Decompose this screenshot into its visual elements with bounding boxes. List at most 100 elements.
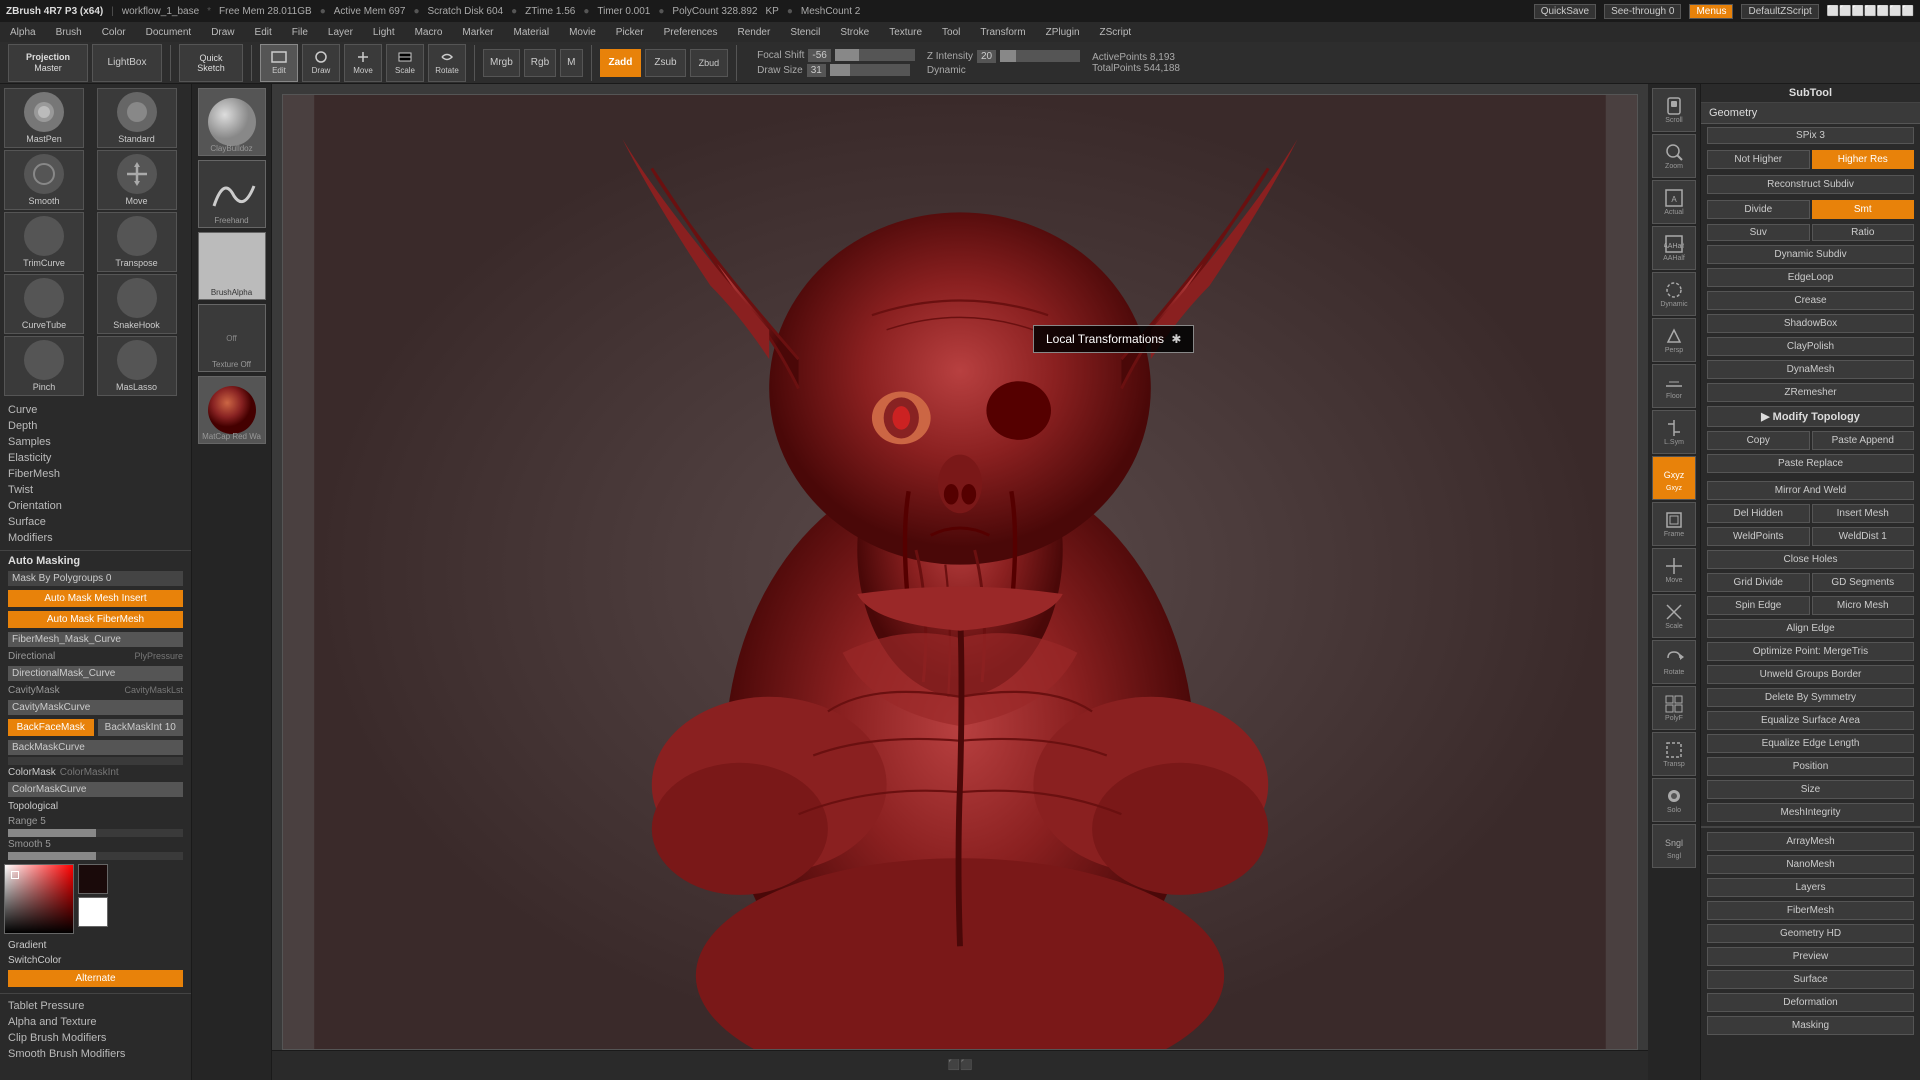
actual-btn[interactable]: A Actual [1652, 180, 1696, 224]
default-zscript-button[interactable]: DefaultZScript [1741, 4, 1818, 19]
projection-master-button[interactable]: Projection Master [8, 44, 88, 82]
gxyz-btn[interactable]: Gxyz Gxyz [1652, 456, 1696, 500]
shadowbox-btn[interactable]: ShadowBox [1707, 314, 1914, 333]
claypolish-btn[interactable]: ClayPolish [1707, 337, 1914, 356]
brush-smooth[interactable]: Smooth [4, 150, 84, 210]
preview-btn[interactable]: Preview [1707, 947, 1914, 966]
masking-btn[interactable]: Masking [1707, 1016, 1914, 1035]
thumb-freehand[interactable]: Freehand [198, 160, 266, 228]
vert-move-btn[interactable]: Move [1652, 548, 1696, 592]
geometry-section-header[interactable]: Geometry [1701, 103, 1920, 124]
copy-btn[interactable]: Copy [1707, 431, 1810, 450]
canvas-viewport[interactable]: Local Transformations ✱ [282, 94, 1638, 1050]
zadd-button[interactable]: Zadd [600, 49, 642, 77]
equalize-edge-btn[interactable]: Equalize Edge Length [1707, 734, 1914, 753]
menu-texture[interactable]: Texture [885, 25, 926, 40]
swatch-white[interactable] [78, 897, 108, 927]
brush-pinch[interactable]: Pinch [4, 336, 84, 396]
smt-btn[interactable]: Smt [1812, 200, 1915, 219]
deformation-btn[interactable]: Deformation [1707, 993, 1914, 1012]
floor-btn[interactable]: Floor [1652, 364, 1696, 408]
menu-transform[interactable]: Transform [976, 25, 1029, 40]
welddist-btn[interactable]: WeldDist 1 [1812, 527, 1915, 546]
del-hidden-btn[interactable]: Del Hidden [1707, 504, 1810, 523]
draw-button[interactable]: Draw [302, 44, 340, 82]
menu-brush[interactable]: Brush [52, 25, 86, 40]
insert-mesh-btn[interactable]: Insert Mesh [1812, 504, 1915, 523]
transp-btn[interactable]: Transp [1652, 732, 1696, 776]
clip-brush-section[interactable]: Clip Brush Modifiers [0, 1030, 191, 1046]
menu-preferences[interactable]: Preferences [660, 25, 722, 40]
paste-replace-btn[interactable]: Paste Replace [1707, 454, 1914, 473]
menus-button[interactable]: Menus [1689, 4, 1733, 19]
section-modifiers[interactable]: Modifiers [0, 530, 191, 546]
thumb-claybulldoz[interactable]: ClayBulldoz [198, 88, 266, 156]
align-edge-btn[interactable]: Align Edge [1707, 619, 1914, 638]
sngl-btn[interactable]: Sngl Sngl [1652, 824, 1696, 868]
vert-scale-btn[interactable]: Scale [1652, 594, 1696, 638]
scroll-btn[interactable]: Scroll [1652, 88, 1696, 132]
edit-button[interactable]: Edit [260, 44, 298, 82]
swatch-black[interactable] [78, 864, 108, 894]
paste-append-btn[interactable]: Paste Append [1812, 431, 1915, 450]
thumb-matcap[interactable]: MatCap Red Wa [198, 376, 266, 444]
scale-button[interactable]: Scale [386, 44, 424, 82]
brush-standard[interactable]: Standard [97, 88, 177, 148]
auto-masking-section[interactable]: Auto Masking [0, 553, 191, 569]
fibermesh-mask-curve[interactable]: FiberMesh_Mask_Curve [8, 632, 183, 647]
surface-btn[interactable]: Surface [1707, 970, 1914, 989]
m-button[interactable]: M [560, 49, 582, 77]
z-intensity-slider[interactable] [1000, 50, 1080, 62]
section-fibermesh[interactable]: FiberMesh [0, 466, 191, 482]
delete-symmetry-btn[interactable]: Delete By Symmetry [1707, 688, 1914, 707]
lsym-btn[interactable]: L.Sym [1652, 410, 1696, 454]
backmasklnt[interactable]: BackMaskInt 10 [98, 719, 184, 736]
section-depth[interactable]: Depth [0, 418, 191, 434]
aahalf-btn[interactable]: AAHalf AAHalf [1652, 226, 1696, 270]
menu-stroke[interactable]: Stroke [836, 25, 873, 40]
brush-move[interactable]: Move [97, 150, 177, 210]
menu-render[interactable]: Render [734, 25, 775, 40]
equalize-surface-btn[interactable]: Equalize Surface Area [1707, 711, 1914, 730]
micro-mesh-btn[interactable]: Micro Mesh [1812, 596, 1915, 615]
quick-sketch-button[interactable]: Quick Sketch [179, 44, 243, 82]
range-slider[interactable] [8, 829, 183, 837]
menu-stencil[interactable]: Stencil [786, 25, 824, 40]
brush-trimcurve[interactable]: TrimCurve [4, 212, 84, 272]
brush-snakehook[interactable]: SnakeHook [97, 274, 177, 334]
brush-maslasso[interactable]: MasLasso [97, 336, 177, 396]
vert-rotate-btn[interactable]: Rotate [1652, 640, 1696, 684]
reconstruct-subdiv-btn[interactable]: Reconstruct Subdiv [1707, 175, 1914, 194]
higher-res-btn[interactable]: Higher Res [1812, 150, 1915, 169]
backfacemask-btn[interactable]: BackFaceMask [8, 719, 94, 736]
spin-edge-btn[interactable]: Spin Edge [1707, 596, 1810, 615]
menu-document[interactable]: Document [142, 25, 196, 40]
menu-alpha[interactable]: Alpha [6, 25, 40, 40]
menu-color[interactable]: Color [98, 25, 130, 40]
menu-picker[interactable]: Picker [612, 25, 648, 40]
solo-btn[interactable]: Solo [1652, 778, 1696, 822]
fibermesh-btn[interactable]: FiberMesh [1707, 901, 1914, 920]
zbud-button[interactable]: Zbud [690, 49, 729, 77]
optimize-btn[interactable]: Optimize Point: MergeTris [1707, 642, 1914, 661]
zremesher-btn[interactable]: ZRemesher [1707, 383, 1914, 402]
menu-zplugin[interactable]: ZPlugin [1042, 25, 1084, 40]
arraymesh-btn[interactable]: ArrayMesh [1707, 832, 1914, 851]
section-samples[interactable]: Samples [0, 434, 191, 450]
auto-mask-mesh-insert-btn[interactable]: Auto Mask Mesh Insert [8, 590, 183, 607]
rgb-button[interactable]: Rgb [524, 49, 556, 77]
zoom-btn[interactable]: Zoom [1652, 134, 1696, 178]
subtool-header[interactable]: SubTool [1701, 84, 1920, 103]
close-holes-btn[interactable]: Close Holes [1707, 550, 1914, 569]
layers-btn[interactable]: Layers [1707, 878, 1914, 897]
edgeloop-btn[interactable]: EdgeLoop [1707, 268, 1914, 287]
mrgb-button[interactable]: Mrgb [483, 49, 520, 77]
menu-draw[interactable]: Draw [207, 25, 238, 40]
meshintegrity-btn[interactable]: MeshIntegrity [1707, 803, 1914, 822]
persp-btn[interactable]: Persp [1652, 318, 1696, 362]
menu-zscript[interactable]: ZScript [1096, 25, 1136, 40]
gd-segments-btn[interactable]: GD Segments [1812, 573, 1915, 592]
menu-marker[interactable]: Marker [458, 25, 497, 40]
zsub-button[interactable]: Zsub [645, 49, 685, 77]
alpha-texture-section[interactable]: Alpha and Texture [0, 1014, 191, 1030]
